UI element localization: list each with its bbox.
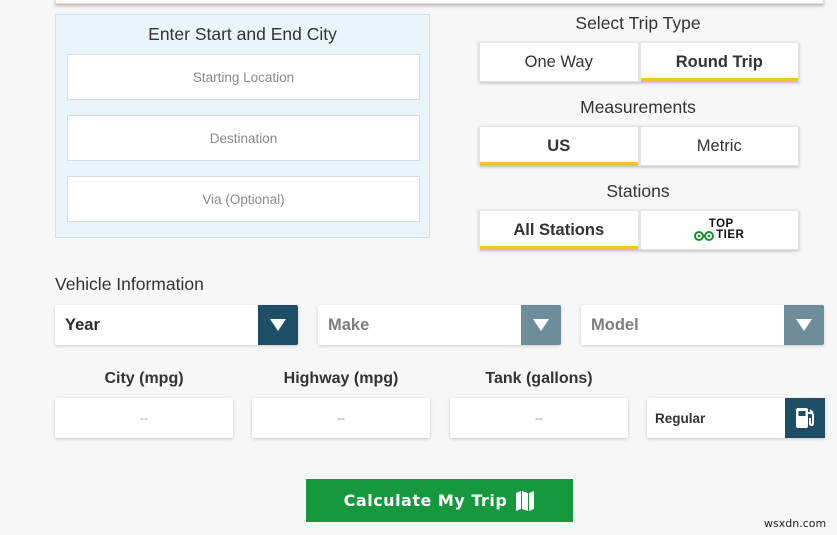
destination-input[interactable] xyxy=(67,115,420,161)
measurements-toggle: US Metric xyxy=(479,126,799,166)
gas-pump-icon[interactable] xyxy=(785,398,825,438)
fuel-type-label: Regular xyxy=(655,410,706,426)
make-select[interactable]: Make xyxy=(318,305,561,345)
city-mpg-label: City (mpg) xyxy=(104,370,184,387)
city-panel: Enter Start and End City xyxy=(55,14,430,238)
model-select[interactable]: Model xyxy=(581,305,824,345)
calculate-trip-button[interactable]: Calculate My Trip xyxy=(306,479,573,522)
measurements-label: Measurements xyxy=(580,97,696,117)
highway-mpg-label: Highway (mpg) xyxy=(283,370,399,387)
toptier-bottom-text: TIER xyxy=(716,229,745,241)
one-way-button[interactable]: One Way xyxy=(479,42,639,82)
watermark: wsxdn.com xyxy=(764,517,827,530)
stations-toggle: All Stations TOP TIER xyxy=(479,210,799,250)
chevron-down-icon[interactable] xyxy=(258,305,298,345)
city-panel-title: Enter Start and End City xyxy=(148,24,337,44)
top-search-bar xyxy=(55,0,824,4)
via-input[interactable] xyxy=(67,176,420,222)
make-select-label: Make xyxy=(328,315,370,334)
year-select-label: Year xyxy=(65,315,100,334)
year-select[interactable]: Year xyxy=(55,305,298,345)
chevron-down-icon[interactable] xyxy=(784,305,824,345)
fuel-type-select[interactable]: Regular xyxy=(647,398,825,438)
model-select-label: Model xyxy=(591,315,639,334)
trip-type-toggle: One Way Round Trip xyxy=(479,42,799,82)
stations-label: Stations xyxy=(606,181,670,201)
trip-type-label: Select Trip Type xyxy=(575,13,701,33)
toptier-swirl-icon xyxy=(694,230,715,241)
tank-gallons-input[interactable] xyxy=(450,398,628,438)
round-trip-button[interactable]: Round Trip xyxy=(638,42,799,82)
vehicle-info-title: Vehicle Information xyxy=(55,274,204,294)
highway-mpg-input[interactable] xyxy=(252,398,430,438)
metric-button[interactable]: Metric xyxy=(638,126,799,166)
top-tier-button[interactable]: TOP TIER xyxy=(638,210,799,250)
chevron-down-icon[interactable] xyxy=(521,305,561,345)
toptier-logo-icon: TOP TIER xyxy=(694,218,745,242)
us-button[interactable]: US xyxy=(479,126,639,166)
starting-location-input[interactable] xyxy=(67,54,420,100)
calculate-trip-label: Calculate My Trip xyxy=(343,491,508,510)
city-mpg-input[interactable] xyxy=(55,398,233,438)
tank-gallons-label: Tank (gallons) xyxy=(485,370,593,387)
all-stations-button[interactable]: All Stations xyxy=(479,210,639,250)
map-icon xyxy=(516,490,535,511)
